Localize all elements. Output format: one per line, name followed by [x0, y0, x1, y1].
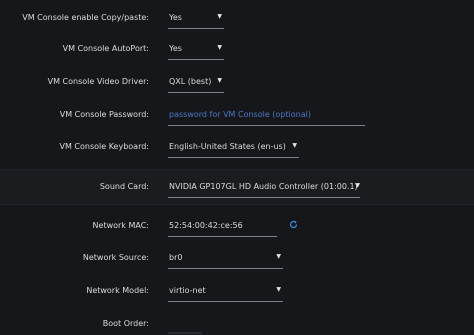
row-boot-order: Boot Order: — [0, 315, 474, 335]
copy-paste-label: VM Console enable Copy/paste: — [22, 13, 149, 22]
sound-card-select[interactable]: NVIDIA GP107GL HD Audio Controller (01:0… — [168, 178, 360, 198]
keyboard-value: English-United States (en-us) — [169, 142, 286, 151]
caret-down-icon: ▼ — [276, 286, 281, 293]
row-network-source: Network Source: br0 ▼ — [0, 249, 474, 269]
video-driver-label: VM Console Video Driver: — [47, 77, 149, 86]
caret-down-icon: ▼ — [217, 77, 222, 84]
caret-down-icon: ▼ — [292, 142, 297, 149]
password-input[interactable]: password for VM Console (optional) — [168, 106, 365, 126]
row-autoport: VM Console AutoPort: Yes ▼ — [0, 40, 474, 60]
sound-card-value: NVIDIA GP107GL HD Audio Controller (01:0… — [169, 182, 358, 191]
network-model-value: virtio-net — [169, 286, 206, 295]
copy-paste-select[interactable]: Yes ▼ — [168, 9, 224, 29]
network-source-select[interactable]: br0 ▼ — [168, 249, 283, 269]
caret-down-icon: ▼ — [217, 44, 222, 51]
row-keyboard: VM Console Keyboard: English-United Stat… — [0, 138, 474, 158]
network-model-label: Network Model: — [86, 286, 149, 295]
sound-card-label: Sound Card: — [99, 182, 149, 191]
sound-section: Sound Card: NVIDIA GP107GL HD Audio Cont… — [0, 169, 474, 205]
caret-down-icon: ▼ — [276, 253, 281, 260]
network-mac-label: Network MAC: — [92, 221, 149, 230]
keyboard-select[interactable]: English-United States (en-us) ▼ — [168, 138, 299, 158]
network-source-label: Network Source: — [82, 253, 149, 262]
network-source-value: br0 — [169, 253, 183, 262]
keyboard-label: VM Console Keyboard: — [59, 142, 149, 151]
row-video-driver: VM Console Video Driver: QXL (best) ▼ — [0, 73, 474, 93]
refresh-icon[interactable] — [289, 220, 298, 229]
video-driver-value: QXL (best) — [169, 77, 212, 86]
autoport-value: Yes — [169, 44, 182, 53]
caret-down-icon: ▼ — [355, 182, 360, 189]
network-model-select[interactable]: virtio-net ▼ — [168, 282, 283, 302]
row-network-mac: Network MAC: 52:54:00:42:ce:56 — [0, 217, 474, 237]
password-label: VM Console Password: — [59, 110, 149, 119]
video-driver-select[interactable]: QXL (best) ▼ — [168, 73, 224, 93]
autoport-label: VM Console AutoPort: — [62, 44, 149, 53]
row-network-model: Network Model: virtio-net ▼ — [0, 282, 474, 302]
password-placeholder: password for VM Console (optional) — [169, 110, 311, 119]
boot-order-label: Boot Order: — [102, 319, 149, 328]
caret-down-icon: ▼ — [217, 13, 222, 20]
copy-paste-value: Yes — [169, 13, 182, 22]
autoport-select[interactable]: Yes ▼ — [168, 40, 224, 60]
network-mac-input[interactable]: 52:54:00:42:ce:56 — [168, 217, 277, 237]
row-password: VM Console Password: password for VM Con… — [0, 106, 474, 126]
network-mac-value: 52:54:00:42:ce:56 — [169, 221, 243, 230]
row-copy-paste: VM Console enable Copy/paste: Yes ▼ — [0, 9, 474, 29]
row-sound-card: Sound Card: NVIDIA GP107GL HD Audio Cont… — [0, 178, 474, 198]
